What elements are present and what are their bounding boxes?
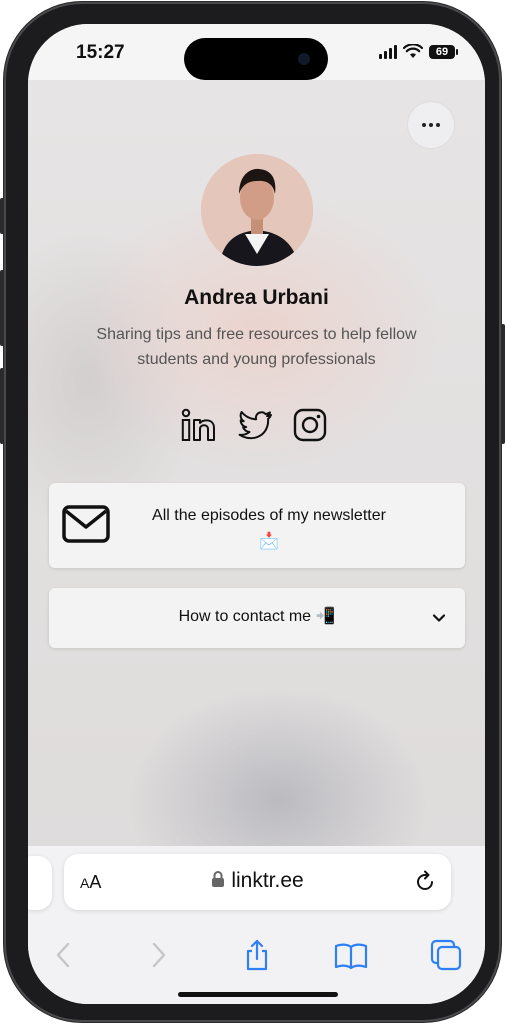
twitter-icon[interactable]: [237, 407, 273, 443]
forward-icon[interactable]: [141, 938, 175, 972]
screen: 15:27 69 Andrea Urbani Sharing tips and …: [28, 24, 485, 1004]
profile-name: Andrea Urbani: [184, 286, 329, 309]
contact-link-label: How to contact me 📲: [178, 608, 336, 625]
phone-frame: 15:27 69 Andrea Urbani Sharing tips and …: [0, 2, 505, 1022]
dynamic-island: [184, 38, 328, 80]
action-button: [0, 198, 4, 234]
link-card-newsletter[interactable]: All the episodes of my newsletter 📩: [49, 483, 465, 568]
envelope-arrow-emoji: 📩: [259, 533, 279, 550]
safari-toolbar: [28, 938, 485, 978]
chevron-down-icon[interactable]: [431, 610, 447, 626]
profile-bio: Sharing tips and free resources to help …: [96, 326, 417, 368]
status-time: 15:27: [76, 42, 125, 63]
instagram-icon[interactable]: [292, 407, 328, 443]
more-options-button[interactable]: [408, 102, 454, 148]
lock-icon: [212, 871, 225, 888]
address-bar[interactable]: AA linktr.ee: [64, 854, 451, 910]
newsletter-link-label: All the episodes of my newsletter: [152, 507, 386, 524]
linkedin-icon[interactable]: [180, 407, 216, 443]
home-indicator[interactable]: [178, 992, 338, 997]
volume-up-button: [0, 270, 4, 346]
signal-icon: [379, 44, 397, 59]
previous-tab-preview[interactable]: [28, 856, 52, 910]
social-links: [180, 407, 330, 447]
back-icon[interactable]: [47, 938, 81, 972]
power-button: [501, 324, 505, 444]
share-icon[interactable]: [240, 938, 274, 972]
avatar: [201, 154, 313, 266]
status-icons: 69: [379, 44, 458, 59]
bookmarks-icon[interactable]: [334, 938, 368, 972]
battery-icon: 69: [429, 44, 458, 59]
url-display[interactable]: linktr.ee: [64, 869, 451, 893]
volume-down-button: [0, 368, 4, 444]
tabs-icon[interactable]: [429, 938, 463, 972]
reload-icon[interactable]: [413, 870, 437, 894]
status-bar: 15:27 69: [28, 24, 485, 80]
mail-icon: [62, 505, 110, 543]
safari-bottom-bar: AA linktr.ee: [28, 846, 485, 1004]
url-text: linktr.ee: [231, 869, 304, 892]
link-card-label: All the episodes of my newsletter 📩: [119, 503, 419, 555]
profile-photo: [201, 154, 313, 266]
wifi-icon: [403, 44, 423, 58]
link-card-contact[interactable]: How to contact me 📲: [49, 588, 465, 648]
